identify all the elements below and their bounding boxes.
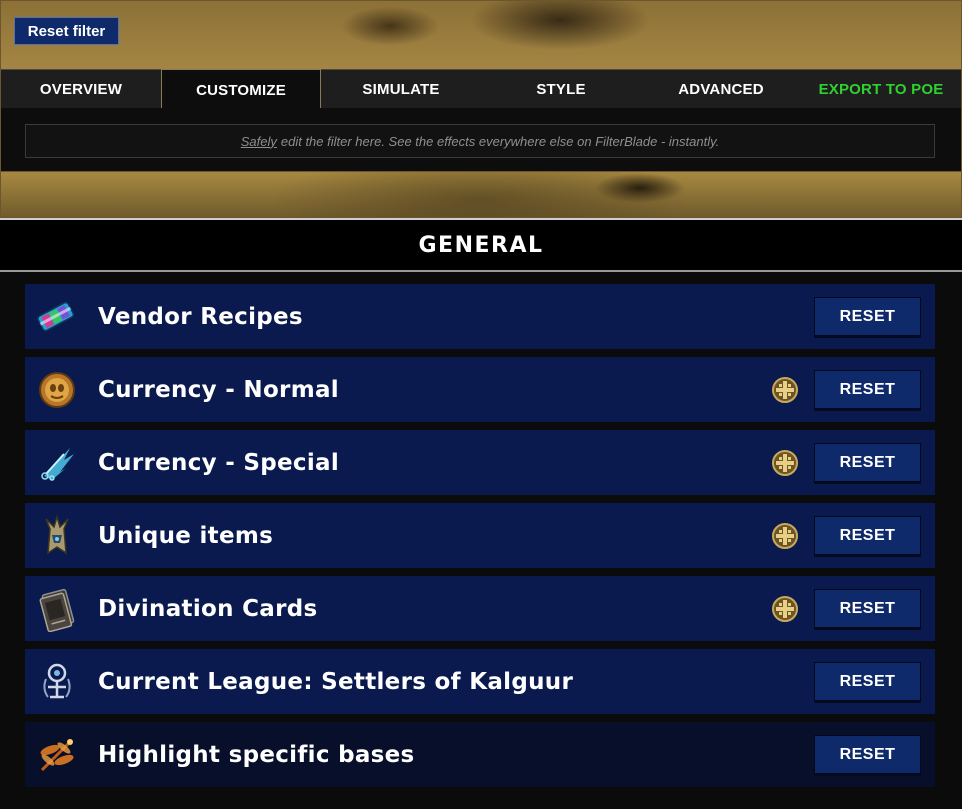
reset-button[interactable]: RESET bbox=[814, 516, 921, 555]
tab-simulate[interactable]: SIMULATE bbox=[321, 70, 481, 109]
tab-style[interactable]: STYLE bbox=[481, 70, 641, 109]
reset-button[interactable]: RESET bbox=[814, 297, 921, 336]
claw-shard-icon bbox=[33, 439, 81, 487]
tier-badge-icon bbox=[770, 521, 800, 551]
exalted-orb-icon bbox=[33, 366, 81, 414]
reset-button[interactable]: RESET bbox=[814, 662, 921, 701]
league-emblem-icon bbox=[33, 658, 81, 706]
reset-button[interactable]: RESET bbox=[814, 589, 921, 628]
tab-export-to-poe[interactable]: EXPORT TO POE bbox=[801, 70, 961, 109]
category-row-highlight-bases[interactable]: Highlight specific bases RESET bbox=[25, 722, 935, 787]
reset-filter-button[interactable]: Reset filter bbox=[14, 17, 119, 45]
category-label: Vendor Recipes bbox=[98, 303, 303, 330]
category-row-current-league[interactable]: Current League: Settlers of Kalguur RESE… bbox=[25, 649, 935, 714]
general-section: GENERAL Vendor Recipes RESET Currency - … bbox=[0, 218, 962, 809]
vendor-recipe-icon bbox=[33, 293, 81, 341]
category-row-vendor-recipes[interactable]: Vendor Recipes RESET bbox=[25, 284, 935, 349]
tier-badge-icon bbox=[770, 375, 800, 405]
tab-advanced[interactable]: ADVANCED bbox=[641, 70, 801, 109]
category-list: Vendor Recipes RESET Currency - Normal R… bbox=[25, 284, 935, 795]
category-label: Unique items bbox=[98, 522, 274, 549]
dragonfly-icon bbox=[33, 731, 81, 779]
tab-overview[interactable]: OVERVIEW bbox=[1, 70, 161, 109]
category-row-currency-special[interactable]: Currency - Special RESET bbox=[25, 430, 935, 495]
hint-emphasis: Safely bbox=[240, 133, 277, 149]
category-label: Divination Cards bbox=[98, 595, 318, 622]
category-label: Current League: Settlers of Kalguur bbox=[98, 668, 574, 695]
hint-rest: edit the filter here. See the effects ev… bbox=[280, 133, 720, 149]
category-row-currency-normal[interactable]: Currency - Normal RESET bbox=[25, 357, 935, 422]
tier-badge-icon bbox=[770, 448, 800, 478]
category-label: Highlight specific bases bbox=[98, 741, 415, 768]
unique-helmet-icon bbox=[33, 512, 81, 560]
reset-button[interactable]: RESET bbox=[814, 370, 921, 409]
category-label: Currency - Normal bbox=[98, 376, 339, 403]
tier-badge-icon bbox=[770, 594, 800, 624]
category-label: Currency - Special bbox=[98, 449, 340, 476]
category-row-unique-items[interactable]: Unique items RESET bbox=[25, 503, 935, 568]
hint-text: Safely edit the filter here. See the eff… bbox=[25, 124, 935, 158]
reset-button[interactable]: RESET bbox=[814, 443, 921, 482]
hint-area: Safely edit the filter here. See the eff… bbox=[1, 108, 961, 172]
category-row-divination-cards[interactable]: Divination Cards RESET bbox=[25, 576, 935, 641]
reset-button[interactable]: RESET bbox=[814, 735, 921, 774]
main-tabs: OVERVIEW CUSTOMIZE SIMULATE STYLE ADVANC… bbox=[1, 69, 961, 110]
section-title: GENERAL bbox=[0, 220, 962, 272]
divination-card-icon bbox=[33, 585, 81, 633]
tab-customize[interactable]: CUSTOMIZE bbox=[161, 69, 321, 110]
